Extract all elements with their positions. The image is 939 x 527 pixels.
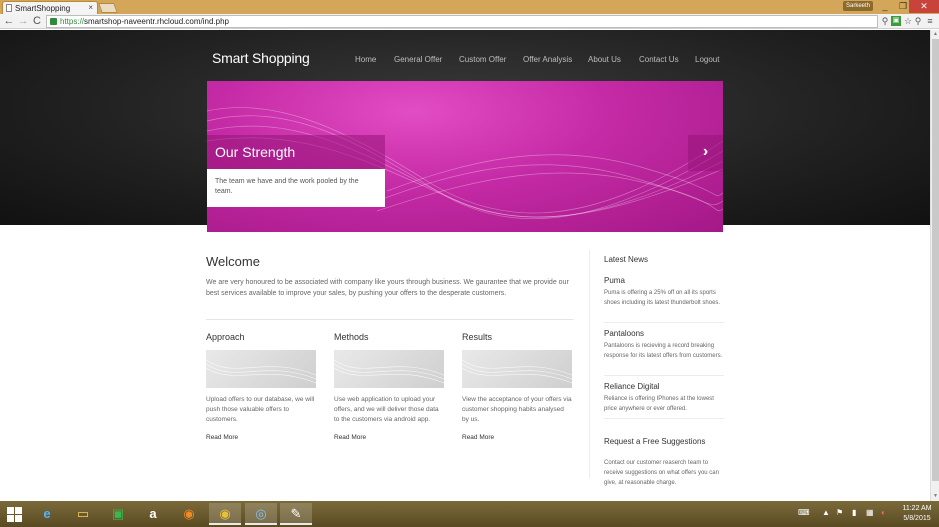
scroll-up-icon[interactable]: ▲ [931,30,939,38]
flag-icon[interactable]: ⚑ [836,508,843,517]
news-item: Reliance Digital Reliance is offering IP… [604,382,724,414]
close-window-button[interactable]: ✕ [909,0,939,13]
app-icon[interactable]: ◎ [245,503,277,525]
methods-text: Use web application to upload your offer… [334,396,439,423]
request-suggestions-text: Contact our customer reaserch team to re… [604,460,719,486]
browser-toolbar: ← → C https://smartshop-naveentr.rhcloud… [0,14,939,29]
new-tab-button[interactable] [98,3,118,13]
scroll-down-icon[interactable]: ▼ [931,492,939,500]
volume-icon[interactable]: ◐ [881,508,886,517]
news-heading[interactable]: Pantaloons [604,329,724,338]
web-page: Smart Shopping Home General Offer Custom… [0,30,930,501]
slider-caption-title: Our Strength [207,135,385,169]
methods-image [334,350,444,388]
slider-caption-text: The team we have and the work pooled by … [207,169,385,207]
results-column: Results View the acceptance of your offe… [462,332,572,441]
request-suggestions-heading: Request a Free Suggestions [604,437,706,446]
methods-read-more-link[interactable]: Read More [334,434,444,441]
clock-date: 5/8/2015 [903,515,931,522]
site-logo[interactable]: Smart Shopping [212,50,310,66]
menu-icon[interactable]: ≡ [925,16,935,26]
methods-title: Methods [334,332,369,342]
approach-image [206,350,316,388]
results-image [462,350,572,388]
menu-about-us[interactable]: About Us [588,55,621,64]
url-scheme: https:// [60,17,85,26]
news-text: Puma is offering a 25% off on all its sp… [604,290,721,306]
menu-home[interactable]: Home [355,55,376,64]
latest-news-heading: Latest News [604,255,649,264]
file-explorer-icon[interactable]: ▭ [67,503,99,525]
star-icon[interactable]: ☆ [903,16,913,26]
approach-text: Upload offers to our database, we will p… [206,396,315,423]
ie-icon[interactable]: e [31,503,63,525]
network-icon[interactable]: ▦ [866,508,874,517]
user-profile-badge[interactable]: Sarkeeth [843,1,873,11]
firefox-icon[interactable]: ◉ [173,503,205,525]
extension-tool-icon[interactable]: ⚲ [913,16,923,26]
wave-graphic [334,359,444,384]
address-bar[interactable]: https://smartshop-naveentr.rhcloud.com/i… [46,15,878,28]
windows-taskbar: e ▭ ▣ a ◉ ◉ ◎ ✎ ⌨ ▲ ⚑ ▮ ▦ ◐ 11:22 AM 5/8… [0,501,939,527]
reload-icon[interactable]: C [30,15,44,28]
windows-start-icon[interactable] [7,507,23,523]
amazon-icon[interactable]: a [137,503,169,525]
menu-offer-analysis[interactable]: Offer Analysis [523,55,572,64]
lock-icon [50,18,57,25]
approach-column: Approach Upload offers to our database, … [206,332,316,441]
keyboard-icon[interactable]: ⌨ [798,508,810,517]
scroll-thumb[interactable] [932,39,939,481]
sidebar-divider [589,250,590,478]
hero-slider: Our Strength The team we have and the wo… [207,81,723,232]
taskbar-clock[interactable]: 11:22 AM 5/8/2015 [898,504,936,524]
menu-logout[interactable]: Logout [695,55,719,64]
news-separator [604,418,724,419]
news-separator [604,322,724,323]
forward-icon[interactable]: → [16,15,30,28]
menu-general-offer[interactable]: General Offer [394,55,442,64]
chrome-icon[interactable]: ◉ [209,503,241,525]
minimize-button[interactable]: _ [876,0,894,13]
page-scrollbar[interactable]: ▲ ▼ [930,30,939,501]
news-separator [604,375,724,376]
tray-expand-icon[interactable]: ▲ [822,508,830,517]
url-text: smartshop-naveentr.rhcloud.com/ind.php [84,17,229,26]
menu-contact-us[interactable]: Contact Us [639,55,679,64]
search-icon[interactable]: ⚲ [880,16,890,26]
page-icon [6,4,12,12]
news-text: Reliance is offering IPhones at the lowe… [604,396,714,412]
back-icon[interactable]: ← [2,15,16,28]
browser-titlebar: SmartShopping × Sarkeeth _ ❐ ✕ [0,0,939,14]
results-text: View the acceptance of your offers via c… [462,396,572,423]
welcome-heading: Welcome [206,254,260,269]
approach-read-more-link[interactable]: Read More [206,434,316,441]
close-tab-icon[interactable]: × [88,3,93,12]
extension-icon[interactable]: ▣ [891,16,901,26]
news-heading[interactable]: Reliance Digital [604,382,724,391]
news-heading[interactable]: Puma [604,276,724,285]
menu-custom-offer[interactable]: Custom Offer [459,55,506,64]
battery-icon[interactable]: ▮ [852,508,856,517]
store-icon[interactable]: ▣ [102,503,134,525]
slider-next-icon[interactable]: › [688,135,723,171]
browser-tab[interactable]: SmartShopping × [2,1,98,14]
wave-graphic [206,359,316,384]
tab-title: SmartShopping [15,4,71,13]
methods-column: Methods Use web application to upload yo… [334,332,444,441]
news-item: Pantaloons Pantaloons is recieving a rec… [604,329,724,361]
divider [206,319,574,320]
welcome-text: We are very honoured to be associated wi… [206,279,569,297]
clock-time: 11:22 AM [902,505,932,512]
news-text: Pantaloons is recieving a record breakin… [604,343,723,359]
approach-title: Approach [206,332,245,342]
wave-graphic [462,359,572,384]
news-item: Puma Puma is offering a 25% off on all i… [604,276,724,308]
results-title: Results [462,332,493,342]
results-read-more-link[interactable]: Read More [462,434,572,441]
paint-icon[interactable]: ✎ [280,503,312,525]
